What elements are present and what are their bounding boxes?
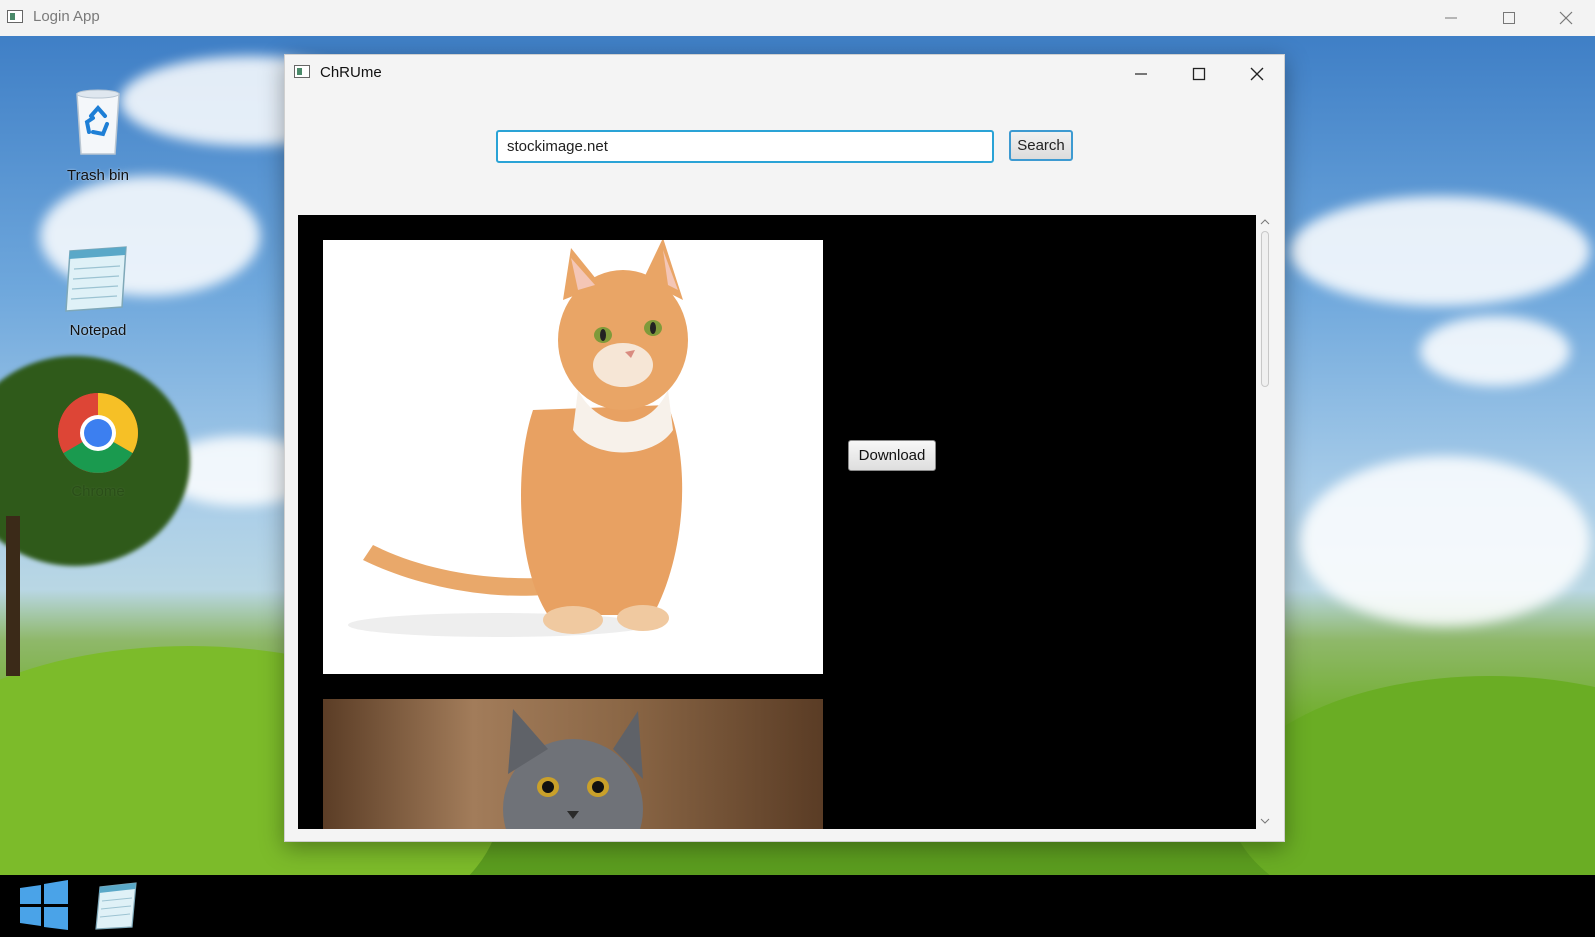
browser-close-button[interactable] (1228, 55, 1286, 93)
desktop-icon-label: Notepad (69, 322, 127, 339)
download-button[interactable]: Download (848, 440, 936, 471)
grey-cat-image (323, 699, 823, 829)
wallpaper-cloud (1300, 456, 1590, 626)
desktop-icon-label: Chrome (71, 483, 125, 500)
desktop-icon-notepad[interactable]: Notepad (48, 241, 148, 339)
search-button[interactable]: Search (1009, 130, 1073, 161)
browser-titlebar: ChRUme (285, 55, 1284, 93)
results-panel: Download (298, 215, 1256, 829)
app-window-icon (294, 65, 310, 78)
maximize-icon (1192, 67, 1206, 81)
url-input[interactable] (496, 130, 994, 163)
scroll-up-icon[interactable] (1260, 218, 1270, 226)
chrome-icon (58, 393, 138, 473)
outer-window-titlebar: Login App (0, 0, 1595, 37)
recycle-bin-icon (76, 89, 120, 155)
wallpaper-cloud (1420, 316, 1570, 386)
desktop-icon-label: Trash bin (67, 167, 129, 184)
outer-window-title: Login App (33, 8, 100, 25)
wallpaper-cloud (1290, 196, 1590, 306)
browser-minimize-button[interactable] (1112, 55, 1170, 93)
result-image (323, 699, 823, 829)
outer-maximize-button[interactable] (1480, 0, 1538, 36)
desktop-icon-chrome[interactable]: Chrome (48, 392, 148, 500)
desktop-icon-trash-bin[interactable]: Trash bin (48, 86, 148, 184)
screen: Login App Trash bin Notepad Chrome ChRUm… (0, 0, 1595, 937)
outer-minimize-button[interactable] (1422, 0, 1480, 36)
result-image (323, 240, 823, 674)
scrollbar-thumb[interactable] (1261, 231, 1269, 387)
windows-start-icon (20, 880, 68, 930)
minimize-icon (1445, 17, 1457, 19)
browser-window-title: ChRUme (320, 64, 382, 81)
close-icon (1559, 11, 1573, 25)
notepad-icon (95, 882, 137, 930)
browser-window: ChRUme Search (284, 54, 1285, 842)
wallpaper-tree-trunk (6, 516, 20, 676)
results-scrollbar[interactable] (1257, 215, 1273, 829)
close-icon (1250, 67, 1264, 81)
taskbar (0, 875, 1595, 937)
start-button[interactable] (18, 879, 70, 931)
orange-cat-image (323, 240, 823, 674)
taskbar-notepad[interactable] (90, 879, 142, 931)
maximize-icon (1503, 12, 1515, 24)
outer-close-button[interactable] (1537, 0, 1595, 36)
scroll-down-icon[interactable] (1260, 817, 1270, 825)
app-window-icon (7, 10, 23, 23)
browser-maximize-button[interactable] (1170, 55, 1228, 93)
notepad-icon (65, 246, 127, 312)
minimize-icon (1135, 73, 1147, 75)
